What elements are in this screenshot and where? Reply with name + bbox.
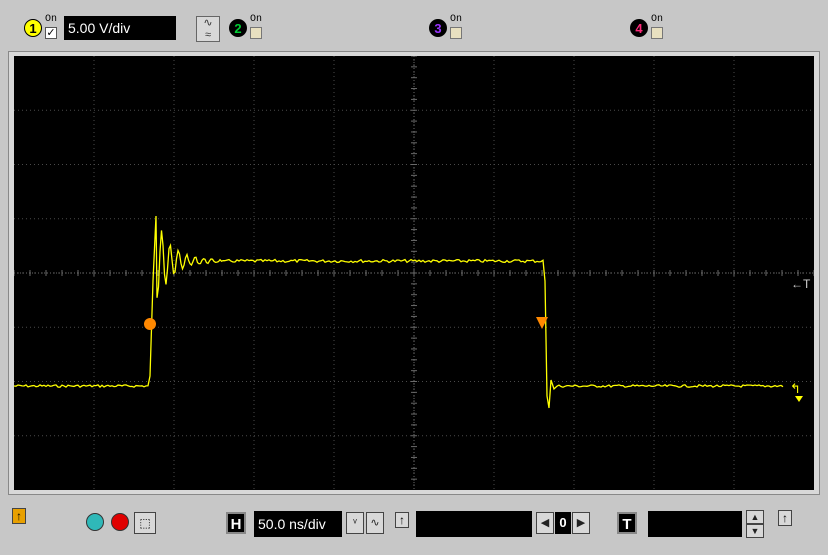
channel-2-badge[interactable]: 2	[229, 19, 247, 37]
channel-toolbar: 1 On ✓ 5.00 V/div ∿ ≈ 2 On 3 On 4 On	[0, 0, 828, 52]
channel-1-coupling-button[interactable]: ∿ ≈	[196, 16, 220, 42]
channel-2-on-checkbox[interactable]	[250, 27, 262, 39]
single-acquire-button[interactable]: ⬚	[134, 512, 156, 534]
channel-1-scale-field[interactable]: 5.00 V/div	[64, 16, 176, 40]
stop-button[interactable]	[111, 513, 129, 531]
channel-1-trace	[14, 215, 784, 409]
dc-wave-icon: ≈	[204, 29, 212, 41]
ground-arrow-icon	[795, 396, 803, 402]
channel-4-on-label: On	[651, 14, 664, 25]
timebase-wave-button[interactable]: ∿	[366, 512, 384, 534]
channel-1-on-checkbox[interactable]: ✓	[45, 27, 57, 39]
trigger-level-up-button[interactable]: ▲	[746, 510, 764, 524]
channel-3-badge[interactable]: 3	[429, 19, 447, 37]
ac-wave-icon: ∿	[203, 17, 213, 29]
run-button[interactable]	[86, 513, 104, 531]
delay-field[interactable]	[416, 511, 532, 537]
timebase-up-button[interactable]: ᵛ	[346, 512, 364, 534]
trigger-button[interactable]: T	[617, 512, 637, 534]
trigger-ref-arrow-icon[interactable]: ↑	[778, 510, 792, 526]
channel-1-on-label: On	[45, 14, 58, 25]
channel-1-ground-marker[interactable]: ↰	[790, 382, 801, 397]
delay-ref-arrow-icon[interactable]: ↑	[395, 512, 409, 528]
scroll-up-arrow-icon[interactable]: ↑	[12, 508, 26, 524]
single-acquire-icon: ⬚	[139, 516, 151, 530]
channel-3-on-checkbox[interactable]	[450, 27, 462, 39]
graticule	[14, 56, 814, 490]
channel-4-on-checkbox[interactable]	[651, 27, 663, 39]
oscilloscope-window: 1 On ✓ 5.00 V/div ∿ ≈ 2 On 3 On 4 On ←T …	[0, 0, 828, 555]
scope-display[interactable]: ←T ↰	[14, 56, 814, 490]
waveform-plot: ←T ↰	[14, 56, 814, 490]
rising-edge-marker[interactable]	[144, 318, 156, 330]
horizontal-toolbar: ↑ ⬚ H 50.0 ns/div ᵛ ∿ ↑ ◀ 0 ▶ T ▲ ▼ ↑	[0, 498, 828, 555]
horizontal-button[interactable]: H	[226, 512, 246, 534]
channel-4-badge[interactable]: 4	[630, 19, 648, 37]
channel-1-badge[interactable]: 1	[24, 19, 42, 37]
position-zero-button[interactable]: 0	[555, 512, 571, 534]
trigger-level-field[interactable]	[648, 511, 742, 537]
position-left-button[interactable]: ◀	[536, 512, 554, 534]
channel-3-on-label: On	[450, 14, 463, 25]
position-right-button[interactable]: ▶	[572, 512, 590, 534]
channel-2-on-label: On	[250, 14, 263, 25]
trigger-level-marker[interactable]: ←T	[791, 277, 811, 291]
timebase-field[interactable]: 50.0 ns/div	[254, 511, 342, 537]
trigger-level-down-button[interactable]: ▼	[746, 524, 764, 538]
